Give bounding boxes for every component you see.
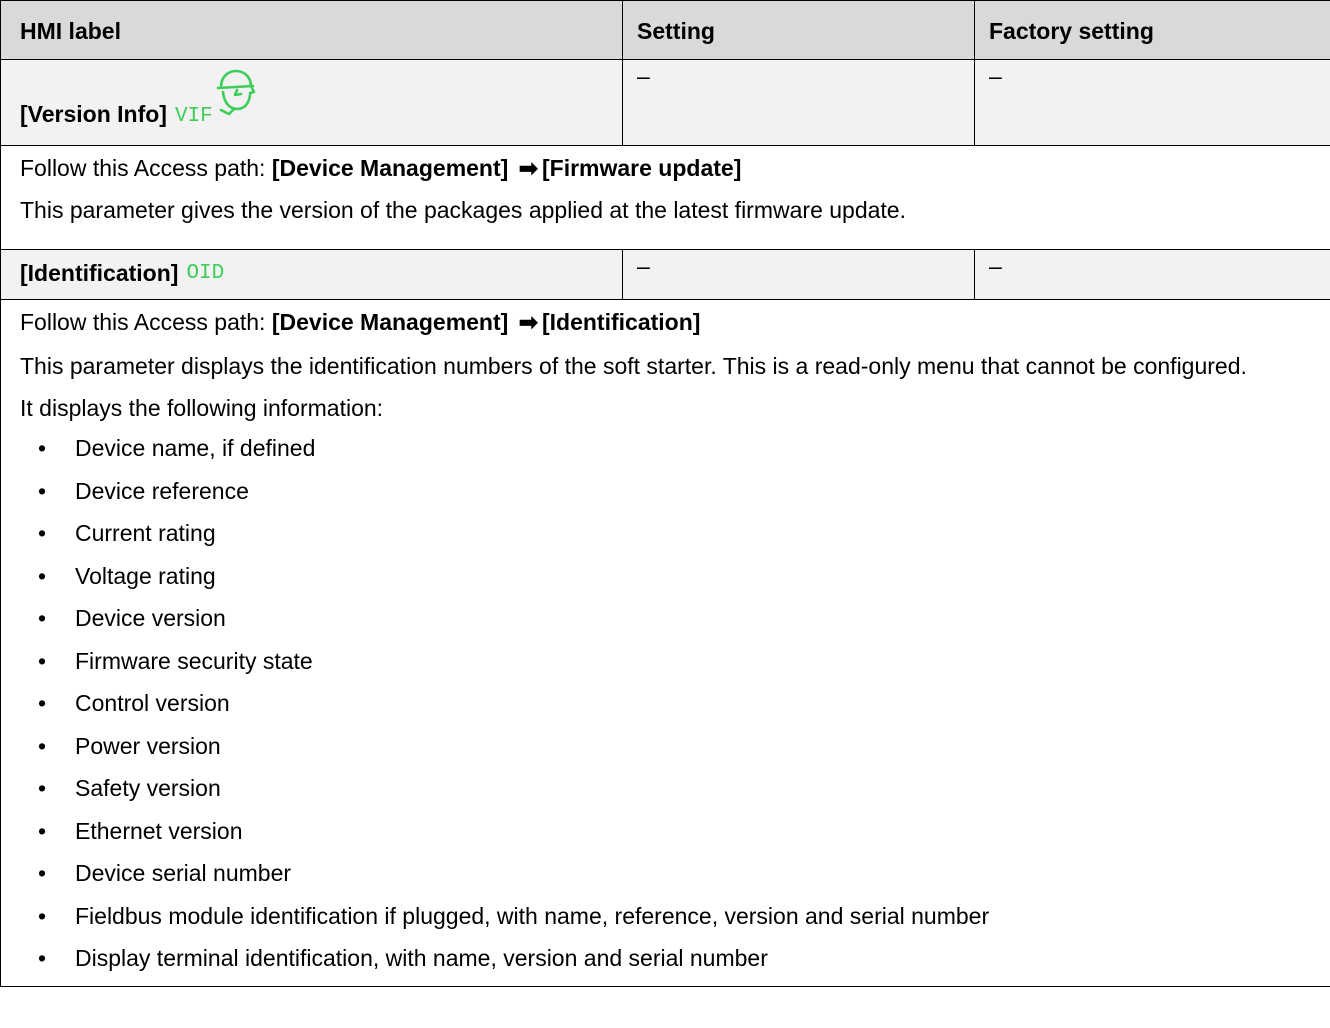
list-item: • Ethernet version (20, 816, 1321, 859)
identification-description: This parameter displays the identificati… (20, 353, 1247, 379)
list-item-text: Fieldbus module identification if plugge… (75, 902, 990, 929)
list-item: • Firmware security state (20, 646, 1321, 689)
parameter-table: HMI label Setting Factory setting [Versi… (0, 0, 1330, 987)
bullet-icon: • (38, 775, 47, 801)
list-item-text: Control version (75, 690, 230, 716)
identification-setting: – (622, 249, 975, 300)
list-item-text: Firmware security state (75, 647, 313, 674)
list-item-text: Ethernet version (75, 817, 243, 844)
bullet-icon: • (38, 605, 47, 631)
version-info-description: This parameter gives the version of the … (20, 197, 906, 223)
list-item-text: Safety version (75, 775, 221, 801)
identification-intro: It displays the following information: (20, 395, 384, 421)
bullet-icon: • (38, 945, 47, 971)
identification-description-cell: Follow this Access path: [Device Managem… (0, 299, 1330, 987)
list-item-text: Power version (75, 732, 221, 759)
list-item: • Power version (20, 731, 1321, 774)
table-row-identification: [Identification] OID – – (0, 249, 1330, 300)
header-hmi-label: HMI label (0, 0, 623, 60)
version-info-code: VIF (174, 105, 213, 128)
bullet-icon: • (38, 860, 47, 886)
list-item-text: Device version (75, 605, 226, 631)
expert-helmet-icon (215, 68, 257, 116)
table-row-version-info-desc: Follow this Access path: [Device Managem… (0, 145, 1330, 250)
list-item-text: Device serial number (75, 860, 292, 886)
identification-code: OID (186, 261, 225, 285)
list-item: • Device version (20, 603, 1321, 646)
list-item: • Fieldbus module identification if plugg… (20, 901, 1321, 944)
bullet-icon: • (38, 732, 47, 759)
list-item: • Voltage rating (20, 561, 1321, 604)
version-info-label-cell: [Version Info] VIF (0, 59, 623, 146)
list-item-text: Display terminal identification, with na… (75, 945, 768, 971)
table-row-identification-desc: Follow this Access path: [Device Managem… (0, 299, 1330, 987)
bullet-icon: • (38, 477, 47, 504)
list-item-text: Device reference (75, 477, 249, 504)
list-item: • Display terminal identification, with n… (20, 943, 1321, 986)
list-item-text: Device name, if defined (75, 435, 316, 461)
list-item: • Control version (20, 688, 1321, 731)
list-item-text: Current rating (75, 520, 216, 546)
list-item: • Device reference (20, 476, 1321, 519)
bullet-icon: • (38, 647, 47, 674)
version-info-factory-setting: – (974, 59, 1330, 146)
identification-factory-setting: – (974, 249, 1330, 300)
bullet-icon: • (38, 562, 47, 589)
bullet-icon: • (38, 690, 47, 716)
version-info-setting: – (622, 59, 975, 146)
bullet-icon: • (38, 817, 47, 844)
list-item: • Device name, if defined (20, 433, 1321, 476)
version-info-label: [Version Info] (20, 101, 167, 127)
bullet-icon: • (38, 435, 47, 461)
table-header-row: HMI label Setting Factory setting (0, 0, 1330, 60)
version-info-description-cell: Follow this Access path: [Device Managem… (0, 145, 1330, 250)
bullet-icon: • (38, 520, 47, 546)
header-factory-setting: Factory setting (974, 0, 1330, 60)
identification-label-cell: [Identification] OID (0, 249, 623, 300)
arrow-right-icon: ➡ (518, 155, 538, 181)
table-row-version-info: [Version Info] VIF – – (0, 59, 1330, 146)
parameter-document: HMI label Setting Factory setting [Versi… (0, 0, 1330, 987)
identification-label: [Identification] (20, 259, 179, 286)
list-item-text: Voltage rating (75, 562, 216, 589)
arrow-right-icon: ➡ (518, 309, 538, 335)
header-setting: Setting (622, 0, 975, 60)
bullet-icon: • (38, 902, 47, 929)
list-item: • Device serial number (20, 858, 1321, 901)
version-info-access-path: Follow this Access path: [Device Managem… (20, 155, 742, 181)
list-item: • Current rating (20, 518, 1321, 561)
list-item: • Safety version (20, 773, 1321, 816)
identification-access-path: Follow this Access path: [Device Managem… (20, 309, 701, 335)
identification-info-list: • Device name, if defined • Device referenc… (20, 433, 1321, 986)
